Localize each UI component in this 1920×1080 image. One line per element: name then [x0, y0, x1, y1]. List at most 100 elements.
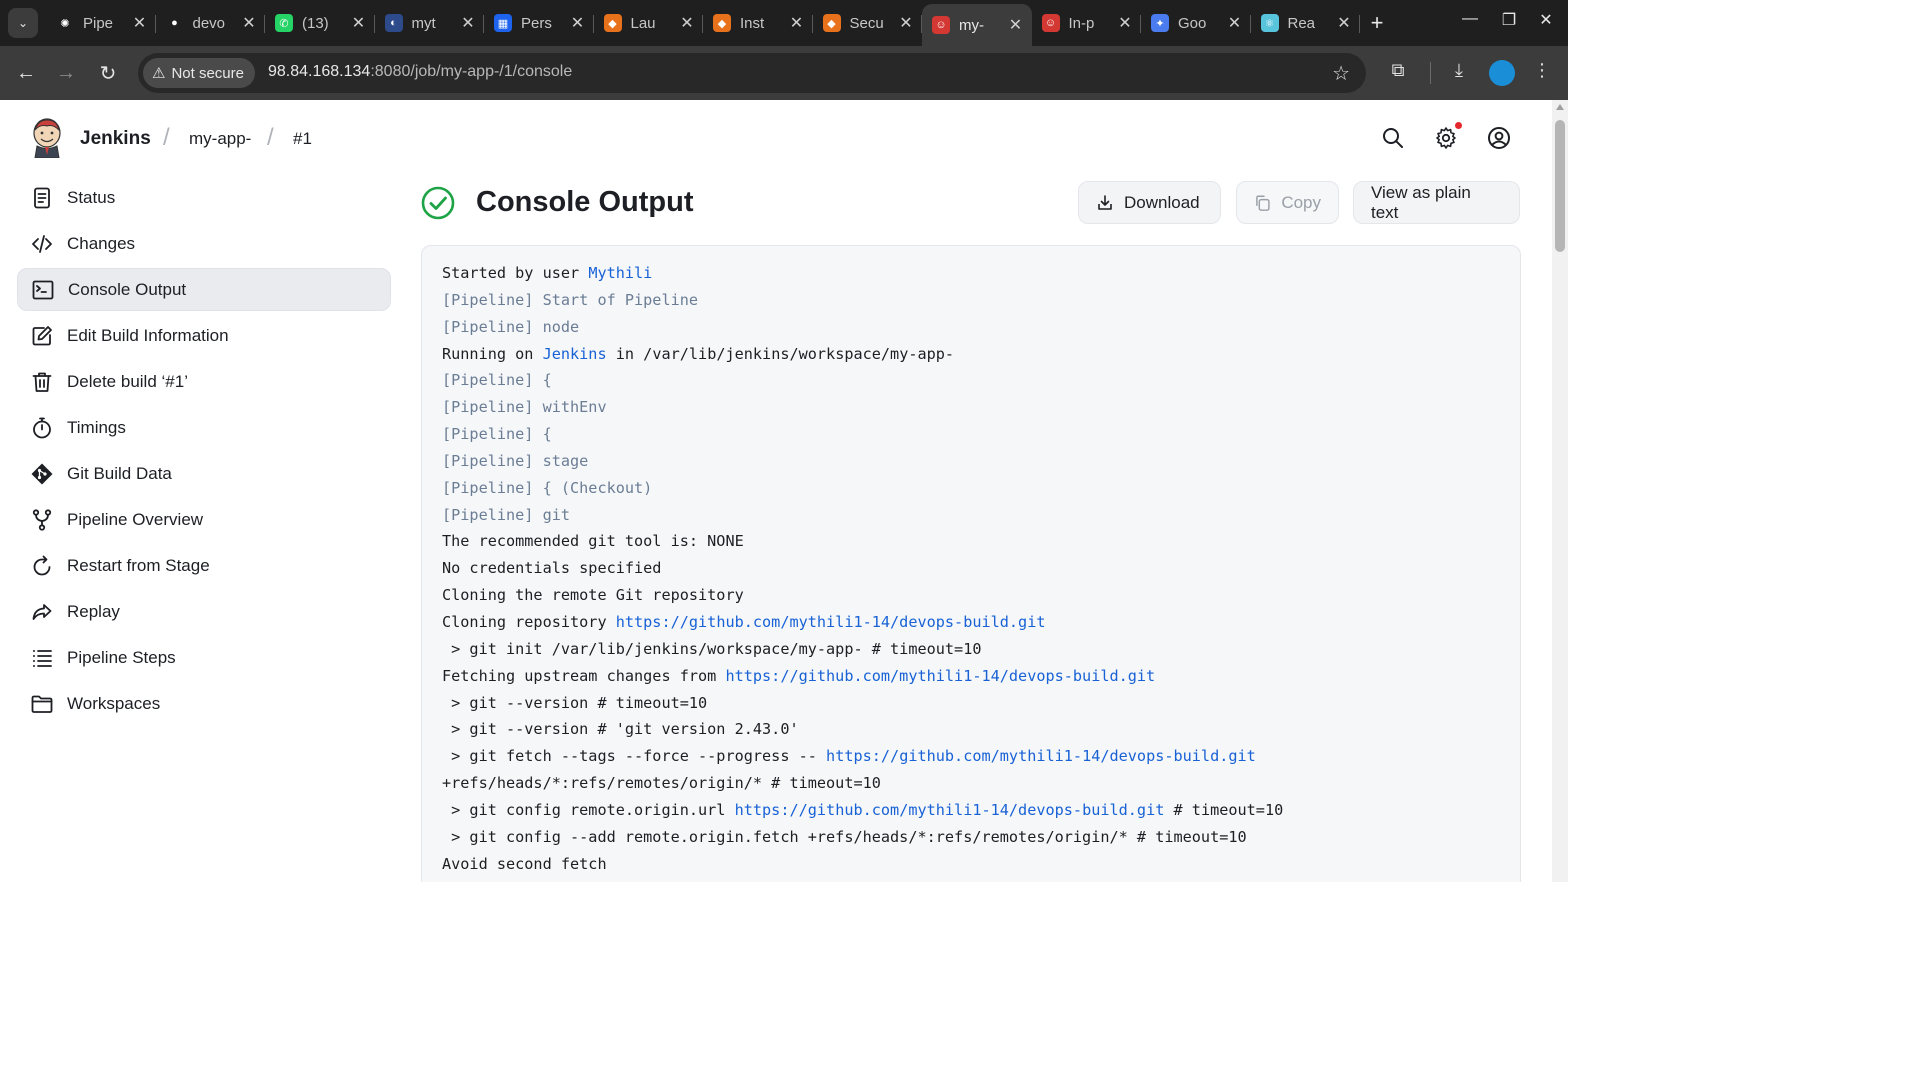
- sidebar-item-replay[interactable]: Replay: [17, 590, 391, 633]
- console-link[interactable]: Mythili: [588, 264, 652, 282]
- restore-button[interactable]: ❐: [1497, 10, 1521, 30]
- browser-tab[interactable]: ● devo ✕: [156, 4, 265, 42]
- jenkins-logo-icon[interactable]: [29, 118, 65, 158]
- close-tab-icon[interactable]: ✕: [1227, 13, 1243, 33]
- sidebar-item-delete-build-1[interactable]: Delete build ‘#1’: [17, 360, 391, 403]
- sidebar-item-git-build-data[interactable]: Git Build Data: [17, 452, 391, 495]
- console-text: No credentials specified: [442, 559, 662, 578]
- download-button[interactable]: Download: [1078, 181, 1221, 224]
- new-tab-button[interactable]: +: [1366, 10, 1388, 36]
- browser-tab[interactable]: ✆ (13) ✕: [265, 4, 375, 42]
- success-check-icon: [421, 186, 455, 220]
- close-tab-icon[interactable]: ✕: [1008, 15, 1024, 35]
- sidebar-item-workspaces[interactable]: Workspaces: [17, 682, 391, 725]
- branch-icon: [29, 507, 55, 533]
- browser-tab[interactable]: ◆ Inst ✕: [703, 4, 813, 42]
- close-window-button[interactable]: ✕: [1534, 10, 1558, 30]
- breadcrumb-separator: /: [267, 124, 274, 151]
- sidebar-item-pipeline-overview[interactable]: Pipeline Overview: [17, 498, 391, 541]
- close-tab-icon[interactable]: ✕: [898, 13, 914, 33]
- user-icon[interactable]: [1487, 126, 1511, 150]
- browser-tab[interactable]: ◆ Lau ✕: [594, 4, 703, 42]
- search-icon[interactable]: [1381, 126, 1405, 150]
- console-link[interactable]: Jenkins: [543, 345, 607, 363]
- chevron-down-icon: ⌄: [17, 16, 29, 30]
- close-tab-icon[interactable]: ✕: [570, 13, 586, 33]
- gear-icon[interactable]: [1434, 126, 1458, 150]
- console-link[interactable]: https://github.com/mythili1-14/devops-bu…: [725, 667, 1155, 685]
- copy-button[interactable]: Copy: [1236, 181, 1339, 224]
- minimize-button[interactable]: —: [1458, 10, 1482, 28]
- close-tab-icon[interactable]: ✕: [789, 13, 805, 33]
- sidebar-item-changes[interactable]: Changes: [17, 222, 391, 265]
- sidebar-item-restart-from-stage[interactable]: Restart from Stage: [17, 544, 391, 587]
- console-line: [Pipeline] node: [442, 314, 1500, 341]
- page-scrollbar[interactable]: [1552, 100, 1568, 882]
- download-label: Download: [1124, 192, 1200, 212]
- close-tab-icon[interactable]: ✕: [1117, 13, 1133, 33]
- console-text: Started by user: [442, 264, 589, 282]
- console-link[interactable]: https://github.com/mythili1-14/devops-bu…: [616, 613, 1046, 631]
- browser-tab[interactable]: ▦ Pers ✕: [484, 4, 594, 42]
- kebab-menu-icon[interactable]: ⋮: [1529, 60, 1555, 81]
- browser-tab[interactable]: ☺ my- ✕: [922, 4, 1032, 46]
- notification-dot: [1455, 122, 1462, 129]
- view-plain-text-button[interactable]: View as plain text: [1353, 181, 1520, 224]
- sidebar-item-label: Edit Build Information: [67, 325, 229, 345]
- git-icon: [29, 461, 55, 487]
- status-icon: [29, 185, 55, 211]
- close-tab-icon[interactable]: ✕: [460, 13, 476, 33]
- close-tab-icon[interactable]: ✕: [679, 13, 695, 33]
- console-text: Running on: [442, 344, 543, 363]
- console-text: Avoid second fetch: [442, 854, 607, 873]
- console-text: +refs/heads/*:refs/remotes/origin/* # ti…: [442, 774, 881, 793]
- sidebar-item-label: Git Build Data: [67, 463, 172, 483]
- console-link[interactable]: https://github.com/mythili1-14/devops-bu…: [826, 747, 1256, 765]
- browser-tab[interactable]: ✦ Goo ✕: [1141, 4, 1251, 42]
- jenkins-page: Jenkins / my-app- / #1 Status Changes Cons…: [0, 100, 1552, 882]
- browser-tab[interactable]: ⚛ Rea ✕: [1251, 4, 1360, 42]
- browser-tab[interactable]: ◆ Secu ✕: [813, 4, 922, 42]
- sidebar-item-edit-build-information[interactable]: Edit Build Information: [17, 314, 391, 357]
- sidebar-item-label: Restart from Stage: [67, 555, 210, 575]
- close-tab-icon[interactable]: ✕: [1336, 13, 1352, 33]
- forward-button[interactable]: →: [51, 58, 81, 88]
- tab-title: devo: [192, 14, 226, 32]
- jenkins-header: Jenkins / my-app- / #1: [0, 100, 1552, 176]
- sidebar-item-console-output[interactable]: Console Output: [17, 268, 391, 311]
- aws-icon: ◆: [603, 14, 622, 32]
- console-line: > git config --add remote.origin.fetch +…: [442, 824, 1500, 851]
- sidebar-item-label: Status: [67, 187, 116, 207]
- browser-tab[interactable]: ☺ In-p ✕: [1032, 4, 1141, 42]
- scroll-up-arrow[interactable]: [1556, 104, 1564, 110]
- react-icon: ⚛: [1260, 14, 1279, 32]
- browser-tab[interactable]: ✺ Pipe ✕: [46, 4, 156, 42]
- console-link[interactable]: https://github.com/mythili1-14/devops-bu…: [735, 801, 1165, 819]
- browser-tab[interactable]: ◐ myt ✕: [375, 4, 484, 42]
- sidebar-item-label: Pipeline Overview: [67, 509, 204, 529]
- jenkins-brand[interactable]: Jenkins: [80, 128, 151, 150]
- tab-search-button[interactable]: ⌄: [8, 8, 38, 38]
- bookmark-star-icon[interactable]: ☆: [1332, 61, 1350, 86]
- jenkins-icon: ☺: [932, 16, 950, 34]
- breadcrumb-build[interactable]: #1: [293, 129, 312, 149]
- site-info-chip[interactable]: ⚠ Not secure: [143, 58, 255, 88]
- reload-button[interactable]: ↻: [93, 58, 123, 88]
- close-tab-icon[interactable]: ✕: [132, 13, 148, 33]
- url-text[interactable]: 98.84.168.134:8080/job/my-app-/1/console: [268, 63, 572, 81]
- sidebar-item-label: Workspaces: [67, 693, 161, 713]
- tab-title: my-: [959, 16, 984, 34]
- sidebar-item-timings[interactable]: Timings: [17, 406, 391, 449]
- sidebar-item-pipeline-steps[interactable]: Pipeline Steps: [17, 636, 391, 679]
- download-icon[interactable]: ⤓: [1446, 60, 1472, 81]
- close-tab-icon[interactable]: ✕: [241, 13, 257, 33]
- sidebar-item-status[interactable]: Status: [17, 176, 391, 219]
- profile-avatar[interactable]: [1489, 60, 1515, 86]
- console-line: Fetching upstream changes from https://g…: [442, 663, 1500, 690]
- scrollbar-thumb[interactable]: [1555, 120, 1565, 252]
- address-bar[interactable]: ⚠ Not secure 98.84.168.134:8080/job/my-a…: [138, 53, 1366, 93]
- extensions-icon[interactable]: ⧉: [1385, 60, 1411, 81]
- back-button[interactable]: ←: [11, 58, 41, 88]
- breadcrumb-job[interactable]: my-app-: [189, 129, 251, 149]
- close-tab-icon[interactable]: ✕: [351, 13, 367, 33]
